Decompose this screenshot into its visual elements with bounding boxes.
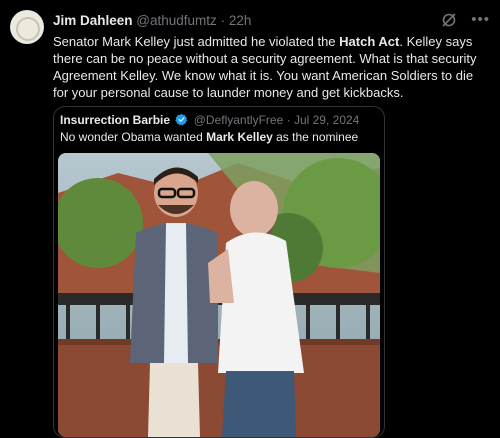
- author-avatar[interactable]: [10, 10, 44, 44]
- author-handle[interactable]: @athudfumtz: [136, 13, 217, 28]
- verified-badge-icon: [175, 113, 188, 126]
- author-name[interactable]: Jim Dahleen: [53, 13, 133, 28]
- tweet-time[interactable]: 22h: [229, 13, 252, 28]
- header-actions: •••: [441, 12, 490, 28]
- tweet-card[interactable]: Jim Dahleen @athudfumtz · 22h ••• Senato…: [0, 0, 500, 438]
- tweet-text: Senator Mark Kelley just admitted he vio…: [53, 33, 485, 101]
- tweet-text-bold[interactable]: Hatch Act: [339, 34, 399, 49]
- grok-icon[interactable]: [441, 12, 457, 28]
- tweet-text-part: Senator Mark Kelley just admitted he vio…: [53, 34, 340, 49]
- separator-dot: ·: [286, 113, 291, 127]
- quoted-text-part: as the nominee: [272, 130, 359, 144]
- more-dots-icon[interactable]: •••: [471, 12, 490, 27]
- quoted-text-bold: Mark Kelley: [206, 130, 273, 144]
- tweet-header: Jim Dahleen @athudfumtz · 22h •••: [53, 12, 490, 30]
- quoted-tweet[interactable]: Insurrection Barbie @DeflyantlyFree · Ju…: [53, 106, 385, 438]
- separator-dot: ·: [220, 13, 226, 28]
- quoted-author-name[interactable]: Insurrection Barbie: [60, 113, 170, 127]
- quoted-date[interactable]: Jul 29, 2024: [294, 113, 359, 127]
- quoted-handle[interactable]: @DeflyantlyFree: [194, 113, 284, 127]
- quoted-text: No wonder Obama wanted Mark Kelley as th…: [60, 129, 378, 145]
- quoted-header: Insurrection Barbie @DeflyantlyFree · Ju…: [60, 112, 378, 128]
- quoted-text-part: No wonder Obama wanted: [60, 130, 207, 144]
- quoted-photo[interactable]: [58, 153, 380, 437]
